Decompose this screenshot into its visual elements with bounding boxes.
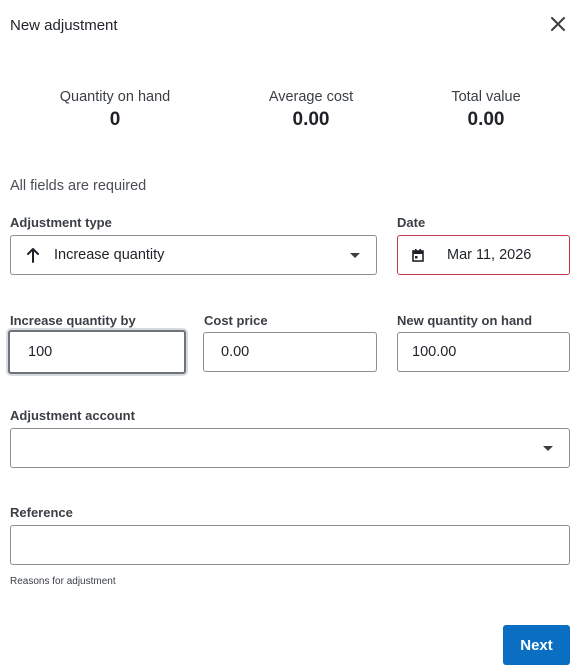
adjustment-type-value: Increase quantity — [54, 247, 165, 263]
new-quantity-input[interactable]: 100.00 — [397, 332, 570, 372]
adjustment-account-label: Adjustment account — [10, 408, 135, 423]
new-quantity-label: New quantity on hand — [397, 313, 533, 328]
cost-price-input[interactable]: 0.00 — [203, 332, 377, 372]
quantity-on-hand-stat: Quantity on hand 0 — [25, 89, 205, 131]
adjustment-account-select[interactable] — [10, 428, 570, 468]
close-button[interactable] — [548, 16, 568, 36]
increase-quantity-label: Increase quantity by — [10, 313, 136, 328]
increase-quantity-value: 100 — [28, 344, 53, 360]
reference-hint: Reasons for adjustment — [10, 576, 116, 587]
cost-price-value: 0.00 — [221, 344, 250, 360]
close-icon — [551, 16, 565, 36]
cost-price-label: Cost price — [204, 313, 268, 328]
chevron-down-icon — [543, 446, 553, 451]
quantity-on-hand-value: 0 — [109, 109, 121, 130]
total-value-value: 0.00 — [467, 109, 505, 130]
required-note: All fields are required — [10, 178, 147, 194]
reference-input[interactable] — [10, 525, 570, 565]
total-value-stat: Total value 0.00 — [396, 89, 576, 131]
date-value: Mar 11, 2026 — [447, 247, 532, 263]
adjustment-type-select[interactable]: Increase quantity — [10, 235, 377, 275]
increase-quantity-input[interactable]: 100 — [8, 330, 186, 374]
quantity-on-hand-label: Quantity on hand — [59, 89, 171, 105]
average-cost-label: Average cost — [268, 89, 354, 105]
date-field[interactable]: Mar 11, 2026 — [397, 235, 570, 275]
next-button[interactable]: Next — [503, 625, 570, 665]
total-value-label: Total value — [451, 89, 521, 105]
reference-label: Reference — [10, 505, 73, 520]
average-cost-value: 0.00 — [292, 109, 330, 130]
dialog-title: New adjustment — [10, 17, 118, 34]
average-cost-stat: Average cost 0.00 — [221, 89, 401, 131]
calendar-icon — [412, 249, 424, 266]
chevron-down-icon — [350, 253, 360, 258]
new-quantity-value: 100.00 — [412, 344, 457, 360]
new-adjustment-dialog: New adjustment Quantity on hand 0 Averag… — [0, 0, 582, 671]
date-label: Date — [397, 215, 426, 230]
adjustment-type-label: Adjustment type — [10, 215, 112, 230]
arrow-up-icon — [27, 247, 39, 267]
